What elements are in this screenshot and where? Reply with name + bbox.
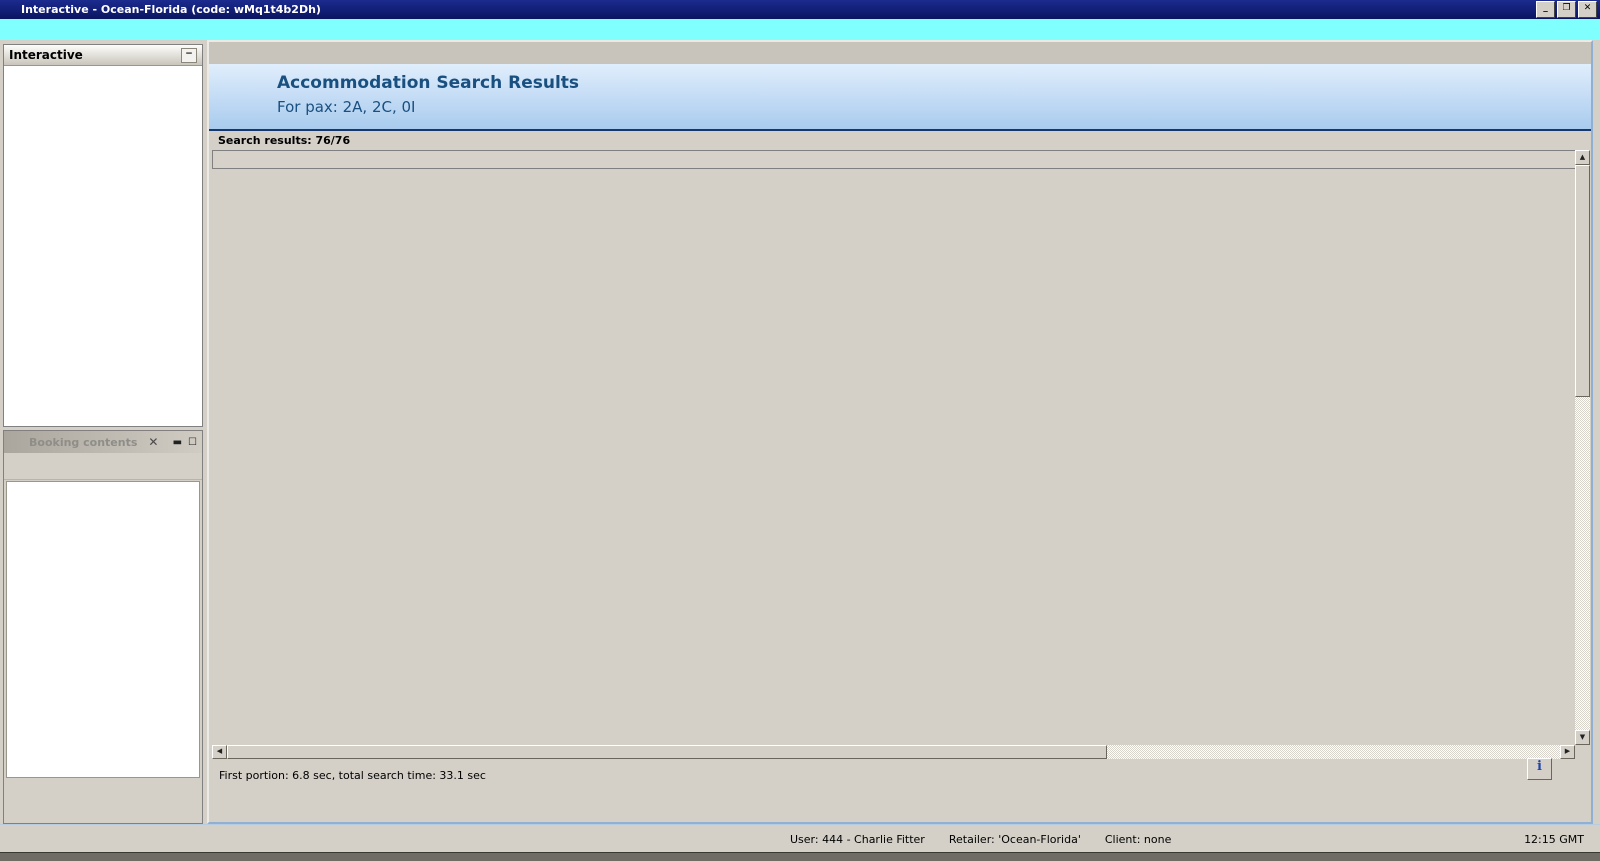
statusbar-user: User: 444 - Charlie Fitter <box>790 833 925 846</box>
window-controls: _ ❐ ✕ <box>1536 1 1600 18</box>
vertical-scrollbar[interactable]: ▲ ▼ <box>1575 150 1590 745</box>
search-results-count: Search results: 76/76 <box>209 131 1591 149</box>
horizontal-scroll-track[interactable] <box>227 745 1560 759</box>
nav-panel-title: Interactive <box>9 48 83 62</box>
horizontal-scroll-thumb[interactable] <box>227 745 1107 759</box>
statusbar: User: 444 - Charlie Fitter Retailer: 'Oc… <box>0 824 1600 853</box>
search-time-status: First portion: 6.8 sec, total search tim… <box>219 769 486 782</box>
page-subtitle: For pax: 2A, 2C, 0I <box>277 98 416 116</box>
booking-contents-toolbar <box>4 453 202 480</box>
nav-collapse-button[interactable]: − <box>181 47 197 63</box>
vertical-scroll-thumb[interactable] <box>1575 165 1590 397</box>
nav-panel-header: Interactive − <box>4 45 202 66</box>
menubar <box>0 19 1600 40</box>
grid-header <box>213 151 1576 168</box>
booking-contents-close-icon[interactable]: ✕ <box>148 435 158 449</box>
statusbar-time: 12:15 GMT <box>1524 833 1584 846</box>
booking-contents-tree <box>6 481 200 778</box>
bc-maximize-button[interactable]: ☐ <box>188 437 197 448</box>
app-icon <box>3 3 17 17</box>
main-panel: Accommodation Search Results For pax: 2A… <box>207 40 1593 824</box>
results-header: Accommodation Search Results For pax: 2A… <box>209 64 1591 131</box>
document-tabbar <box>209 42 1591 64</box>
statusbar-client: Client: none <box>1104 833 1172 846</box>
scroll-left-arrow[interactable]: ◀ <box>212 745 227 759</box>
horizontal-scrollbar[interactable]: ◀ ▶ <box>212 745 1575 759</box>
suitcase-icon <box>9 435 24 449</box>
statusbar-retailer: Retailer: 'Ocean-Florida' <box>948 833 1081 846</box>
scroll-up-arrow[interactable]: ▲ <box>1575 150 1590 165</box>
building-icon <box>223 70 269 124</box>
minimize-button[interactable]: _ <box>1536 1 1555 18</box>
booking-contents-title: Booking contents <box>29 435 138 449</box>
interactive-nav-panel: Interactive − <box>3 44 203 427</box>
scroll-down-arrow[interactable]: ▼ <box>1575 730 1590 745</box>
booking-contents-titlebar: Booking contents ✕ ▬ ☐ <box>4 431 202 453</box>
sidebar-tree <box>4 66 202 70</box>
scroll-right-arrow[interactable]: ▶ <box>1560 745 1575 759</box>
results-grid <box>212 150 1577 169</box>
vertical-scroll-track[interactable] <box>1575 165 1590 730</box>
page-title: Accommodation Search Results <box>277 73 580 93</box>
bc-minimize-button[interactable]: ▬ <box>173 437 182 448</box>
booking-contents-panel: Booking contents ✕ ▬ ☐ <box>3 430 203 824</box>
window-titlebar: Interactive - Ocean-Florida (code: wMq1t… <box>0 0 1600 19</box>
window-title: Interactive - Ocean-Florida (code: wMq1t… <box>21 3 321 16</box>
statusbar-session-info: User: 444 - Charlie Fitter Retailer: 'Oc… <box>790 833 1171 846</box>
info-button[interactable]: i <box>1527 758 1552 780</box>
restore-button[interactable]: ❐ <box>1557 1 1576 18</box>
close-window-button[interactable]: ✕ <box>1578 1 1597 18</box>
booking-contents-controls: ▬ ☐ <box>173 437 197 448</box>
